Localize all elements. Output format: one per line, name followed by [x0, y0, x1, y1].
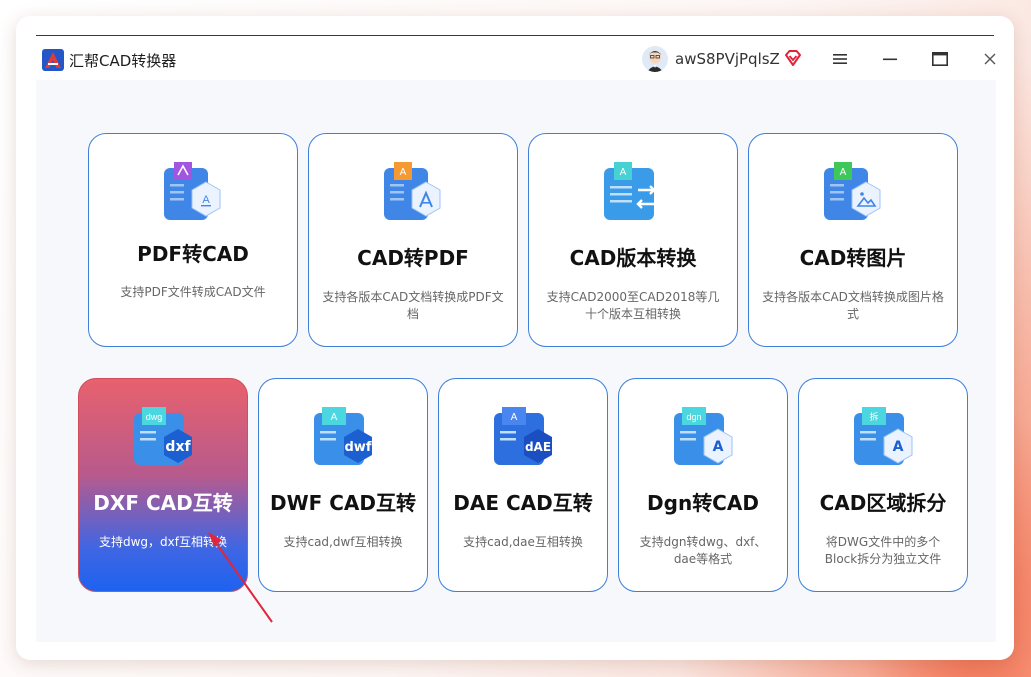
close-icon	[984, 53, 996, 65]
svg-text:A: A	[620, 167, 627, 178]
cad-split-icon: 拆 A	[854, 407, 913, 465]
card-cad-to-pdf[interactable]: A CAD转PDF 支持各版本CAD文档转换成PDF文档	[308, 133, 518, 347]
svg-text:A: A	[202, 194, 210, 206]
card-description: 支持cad,dae互相转换	[463, 535, 583, 549]
card-dgn-to-cad[interactable]: dgn A Dgn转CAD 支持dgn转dwg、dxf、dae等格式	[618, 378, 788, 592]
menu-button[interactable]	[829, 48, 851, 70]
dae-convert-icon: A dAE	[494, 407, 552, 465]
title-bar: 汇帮CAD转换器 awS8PVjPqlsZ	[16, 36, 1014, 84]
pdf-to-cad-icon: A	[164, 162, 221, 220]
card-cad-version-convert[interactable]: A CAD版本转换 支持CAD2000至CAD2018等几十个版本互相转换	[528, 133, 738, 347]
card-description: 将DWG文件中的多个Block拆分为独立文件	[824, 535, 942, 566]
svg-text:A: A	[400, 167, 407, 178]
maximize-icon	[932, 52, 948, 66]
card-title: Dgn转CAD	[647, 491, 759, 515]
card-title: CAD转图片	[799, 246, 907, 270]
cad-to-image-icon: A	[824, 162, 881, 220]
card-description: 支持dwg，dxf互相转换	[99, 535, 227, 549]
svg-text:A: A	[893, 439, 904, 455]
app-logo-icon	[42, 49, 64, 71]
avatar-icon	[642, 46, 668, 72]
card-dxf-convert[interactable]: dwg dxf DXF CAD互转 支持dwg，dxf互相转换	[78, 378, 248, 592]
card-title: CAD版本转换	[569, 246, 697, 270]
card-description: 支持CAD2000至CAD2018等几十个版本互相转换	[546, 290, 720, 321]
card-title: DWF CAD互转	[269, 491, 417, 515]
svg-text:A: A	[331, 412, 338, 423]
svg-text:dwg: dwg	[146, 412, 163, 422]
card-title: PDF转CAD	[137, 242, 249, 266]
dgn-to-cad-icon: dgn A	[674, 407, 733, 465]
cad-to-pdf-icon: A	[384, 162, 441, 220]
card-description: 支持各版本CAD文档转换成PDF文档	[322, 290, 504, 321]
svg-text:A: A	[511, 412, 518, 423]
maximize-button[interactable]	[929, 48, 951, 70]
svg-text:dgn: dgn	[686, 412, 701, 422]
card-description: 支持PDF文件转成CAD文件	[120, 285, 266, 299]
minimize-icon	[883, 58, 897, 61]
card-title: CAD区域拆分	[819, 491, 947, 515]
svg-text:A: A	[840, 167, 847, 178]
card-pdf-to-cad[interactable]: A PDF转CAD 支持PDF文件转成CAD文件	[88, 133, 298, 347]
svg-text:dAE: dAE	[525, 440, 551, 454]
card-title: CAD转PDF	[357, 246, 469, 270]
app-title: 汇帮CAD转换器	[69, 52, 177, 70]
close-button[interactable]	[979, 48, 1001, 70]
card-dwf-convert[interactable]: A dwf DWF CAD互转 支持cad,dwf互相转换	[258, 378, 428, 592]
card-dae-convert[interactable]: A dAE DAE CAD互转 支持cad,dae互相转换	[438, 378, 608, 592]
svg-text:A: A	[713, 439, 724, 455]
vip-diamond-icon[interactable]	[783, 48, 803, 68]
card-description: 支持dgn转dwg、dxf、dae等格式	[639, 535, 767, 566]
app-window: 汇帮CAD转换器 awS8PVjPqlsZ A PDF转CAD 支持PDF文件转…	[16, 16, 1014, 660]
dxf-convert-icon: dwg dxf	[134, 407, 192, 465]
dwf-convert-icon: A dwf	[314, 407, 372, 465]
card-cad-split[interactable]: 拆 A CAD区域拆分 将DWG文件中的多个Block拆分为独立文件	[798, 378, 968, 592]
card-description: 支持cad,dwf互相转换	[283, 535, 403, 549]
svg-text:dwf: dwf	[345, 440, 372, 455]
card-title: DXF CAD互转	[93, 491, 233, 515]
user-avatar[interactable]	[642, 46, 668, 72]
card-title: DAE CAD互转	[453, 491, 593, 515]
hamburger-icon	[833, 54, 847, 64]
card-description: 支持各版本CAD文档转换成图片格式	[762, 290, 944, 321]
username-label[interactable]: awS8PVjPqlsZ	[675, 50, 780, 68]
minimize-button[interactable]	[879, 48, 901, 70]
cad-version-convert-icon: A	[604, 162, 656, 220]
card-cad-to-image[interactable]: A CAD转图片 支持各版本CAD文档转换成图片格式	[748, 133, 958, 347]
svg-text:拆: 拆	[869, 411, 878, 423]
feature-grid: A PDF转CAD 支持PDF文件转成CAD文件 A CAD转PDF 支持各版本…	[36, 80, 996, 642]
svg-text:dxf: dxf	[165, 439, 191, 455]
